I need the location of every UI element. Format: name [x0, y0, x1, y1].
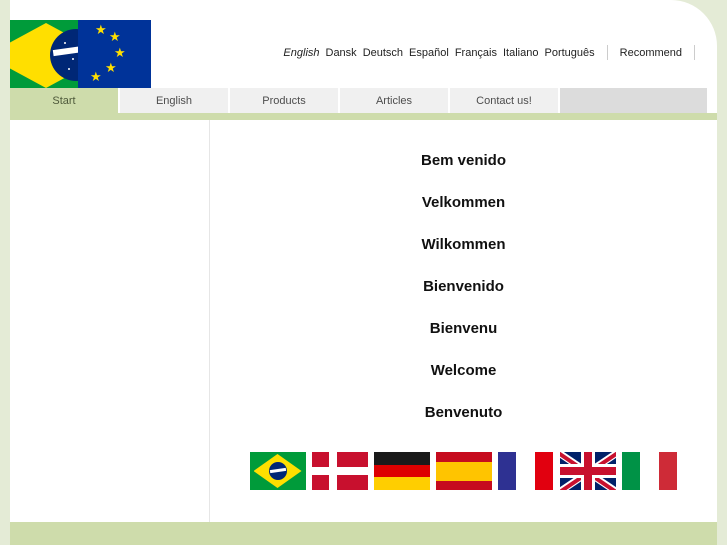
language-link-deutsch[interactable]: Deutsch: [360, 47, 406, 59]
greeting-bienvenu: Bienvenu: [429, 320, 498, 337]
france-band-blue: [497, 452, 517, 490]
greeting-velkommen: Velkommen: [421, 194, 506, 211]
uk-cross-red-horizontal: [559, 467, 616, 475]
greeting-welcome: Welcome: [430, 362, 497, 379]
logo-eu-field: ★ ★ ★ ★ ★: [78, 20, 151, 91]
tab-english[interactable]: English: [120, 88, 230, 113]
language-link-english[interactable]: English: [280, 47, 322, 59]
language-separator: [606, 45, 608, 60]
eu-star-icon: ★: [109, 29, 121, 44]
recommend-separator: [694, 45, 695, 60]
eu-star-icon: ★: [105, 60, 117, 75]
denmark-cross-horizontal: [311, 467, 368, 475]
spain-stripe-yellow: [435, 461, 492, 481]
tab-start[interactable]: Start: [10, 88, 120, 113]
tab-label: Start: [52, 94, 76, 107]
italy-flag[interactable]: [621, 452, 678, 490]
germany-stripe-red: [373, 464, 430, 478]
greeting-bienvenido: Bienvenido: [423, 278, 504, 295]
flag-row: [210, 452, 717, 490]
eu-star-icon: ★: [90, 69, 102, 84]
tab-filler: [560, 88, 707, 113]
language-link-francais[interactable]: Français: [452, 47, 500, 59]
logo-star-icon: [68, 68, 70, 70]
tab-label: Products: [262, 94, 306, 107]
main-navigation: Start English Products Articles Contact …: [10, 88, 717, 113]
italy-band-green: [621, 452, 641, 490]
greeting-benvenuto: Benvenuto: [424, 404, 503, 421]
germany-stripe-black: [373, 452, 430, 465]
greeting-wilkommen: Wilkommen: [421, 236, 506, 253]
tab-products[interactable]: Products: [230, 88, 340, 113]
language-link-espanol[interactable]: Español: [406, 47, 452, 59]
content-area: Bem venido Velkommen Wilkommen Bienvenid…: [10, 120, 717, 522]
uk-flag[interactable]: [559, 452, 616, 490]
language-link-italiano[interactable]: Italiano: [500, 47, 541, 59]
spain-flag[interactable]: [435, 452, 492, 490]
language-link-dansk[interactable]: Dansk: [323, 47, 360, 59]
logo-star-icon: [64, 42, 66, 44]
tab-label: Contact us!: [476, 94, 532, 107]
language-switcher: English Dansk Deutsch Español Français I…: [280, 45, 695, 60]
site-logo[interactable]: ★ ★ ★ ★ ★: [10, 20, 151, 91]
tab-label: Articles: [375, 94, 413, 107]
france-band-white: [516, 452, 535, 490]
italy-band-white: [640, 452, 659, 490]
tab-contact-us[interactable]: Contact us!: [450, 88, 560, 113]
logo-star-icon: [72, 58, 74, 60]
eu-star-icon: ★: [95, 22, 107, 37]
language-link-portugues[interactable]: Português: [541, 47, 597, 59]
germany-flag[interactable]: [373, 452, 430, 490]
site-header: ★ ★ ★ ★ ★ English Dansk Deutsch Español …: [10, 0, 717, 91]
tab-articles[interactable]: Articles: [340, 88, 450, 113]
brazil-flag[interactable]: [249, 452, 306, 490]
germany-stripe-gold: [373, 477, 430, 490]
page-root: ★ ★ ★ ★ ★ English Dansk Deutsch Español …: [0, 0, 727, 545]
recommend-link[interactable]: Recommend: [617, 47, 685, 59]
tab-label: English: [155, 94, 193, 107]
sidebar: [10, 120, 210, 522]
greeting-bem-venido: Bem venido: [420, 152, 507, 169]
eu-star-icon: ★: [114, 45, 126, 60]
denmark-flag[interactable]: [311, 452, 368, 490]
site-footer: [10, 522, 717, 545]
nav-accent-bar: [10, 113, 717, 120]
italy-band-red: [658, 452, 678, 490]
france-band-red: [534, 452, 554, 490]
france-flag[interactable]: [497, 452, 554, 490]
main-content: Bem venido Velkommen Wilkommen Bienvenid…: [210, 120, 717, 522]
